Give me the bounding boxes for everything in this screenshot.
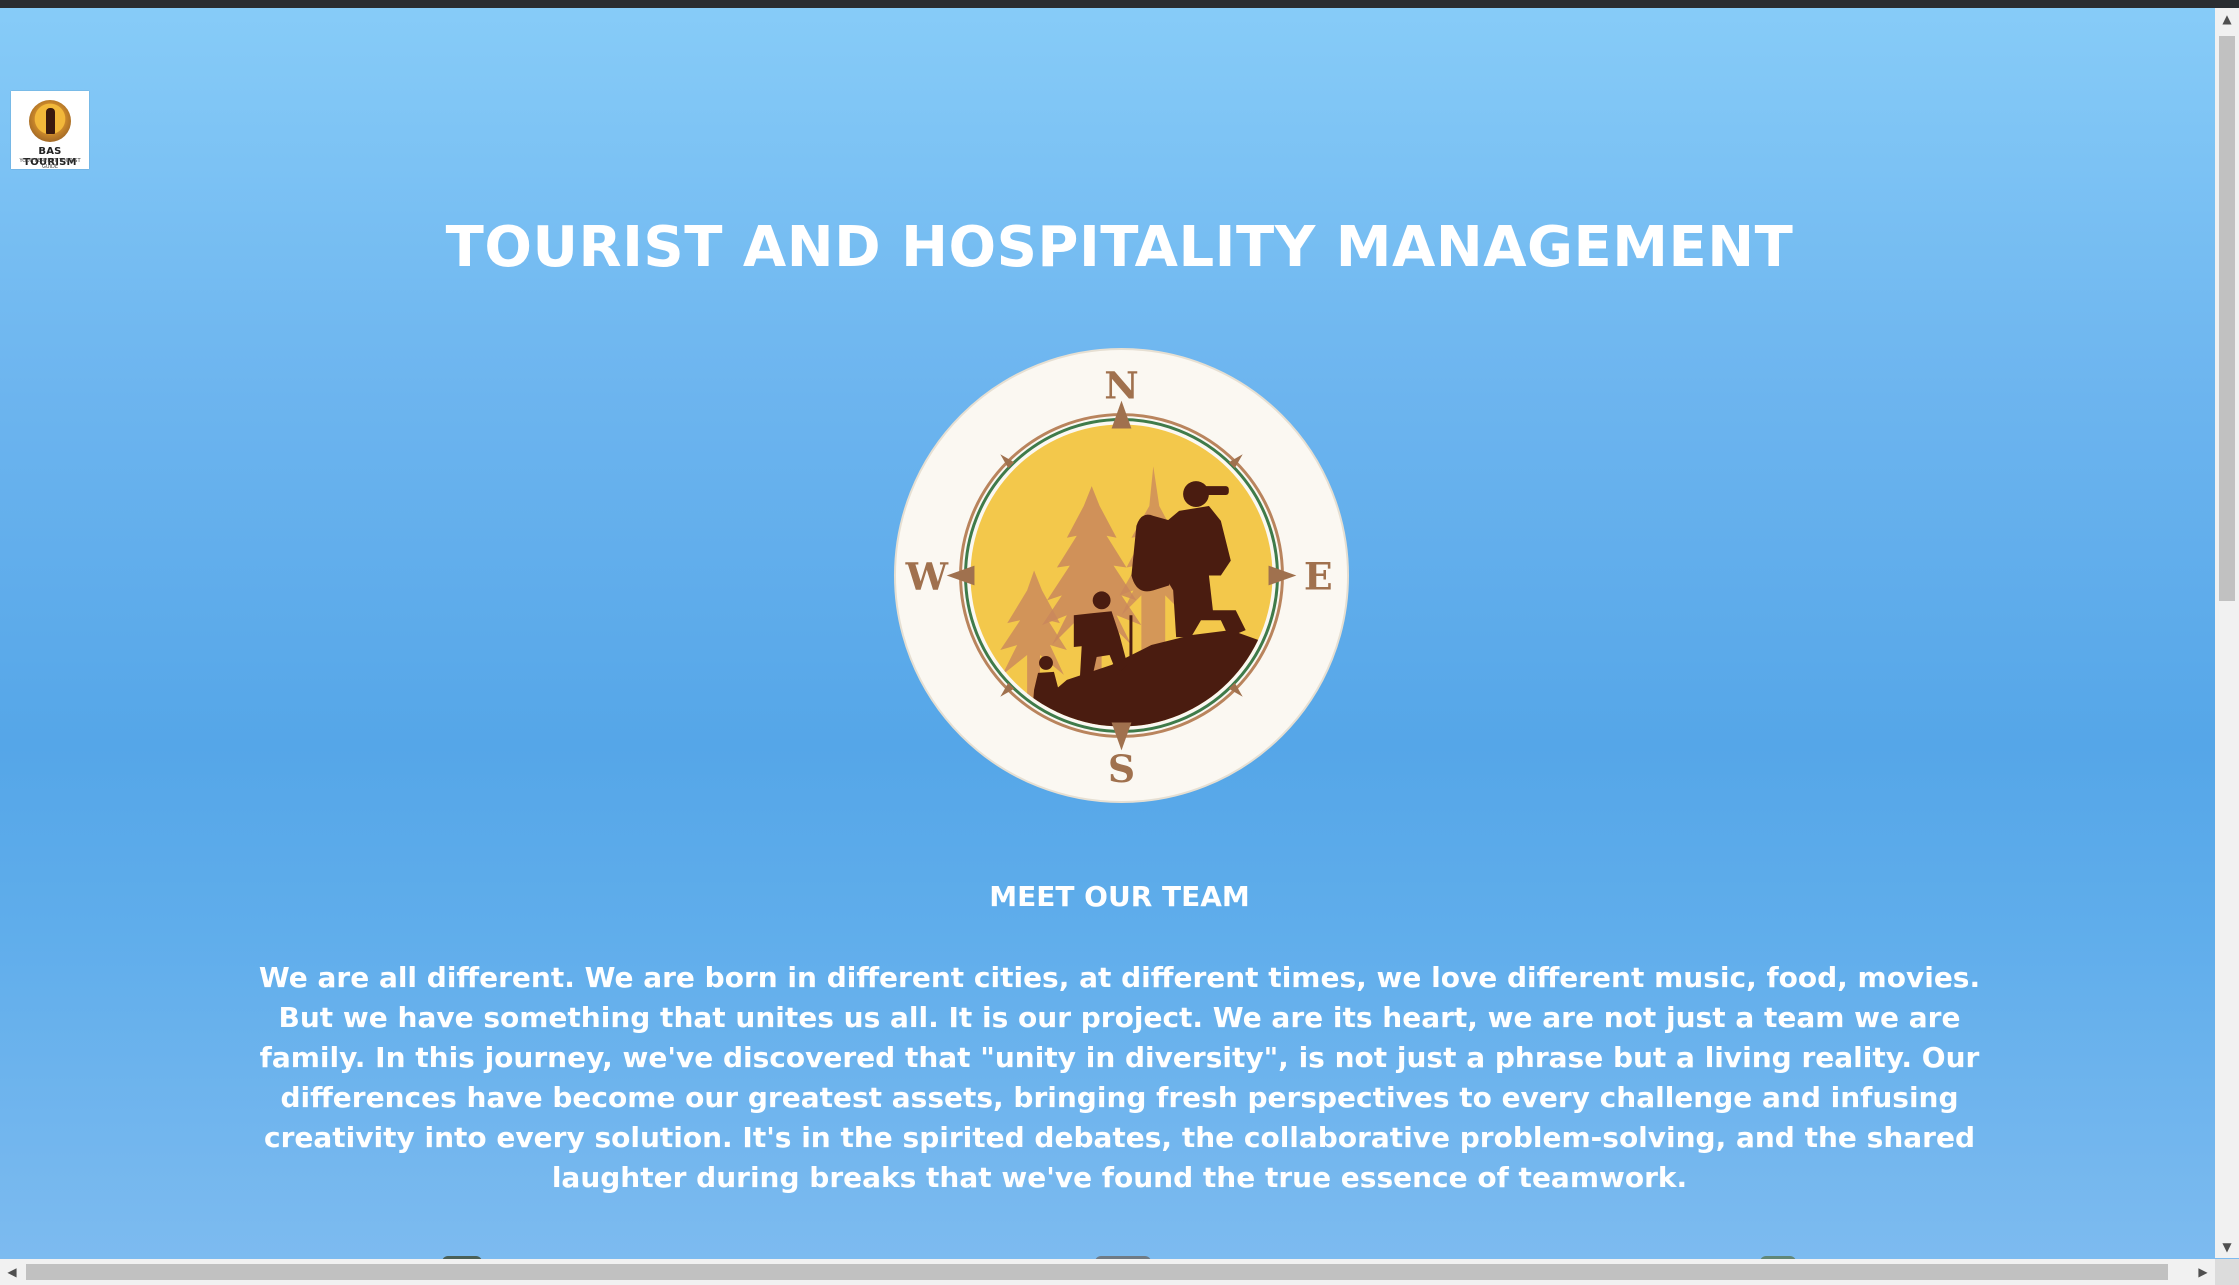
site-logo[interactable]: BAS TOURISM YOUR PERFECT TOURIST GUIDE xyxy=(11,91,89,170)
window-top-bar xyxy=(0,0,2239,8)
logo-tagline: YOUR PERFECT TOURIST GUIDE xyxy=(19,158,81,170)
vertical-scrollbar[interactable]: ▲ ▼ xyxy=(2215,8,2239,1258)
compass-label-west: W xyxy=(905,554,949,598)
horizontal-scrollbar[interactable]: ◀ ▶ xyxy=(0,1259,2215,1285)
hiker-icon xyxy=(46,108,55,134)
scroll-down-icon[interactable]: ▼ xyxy=(2215,1236,2239,1258)
compass-hikers-illustration: N S E W xyxy=(893,347,1350,804)
vertical-scroll-thumb[interactable] xyxy=(2219,36,2235,601)
compass-label-south: S xyxy=(1108,747,1135,791)
scroll-right-icon[interactable]: ▶ xyxy=(2191,1259,2215,1285)
compass-label-east: E xyxy=(1304,554,1333,598)
team-heading: MEET OUR TEAM xyxy=(989,880,1250,913)
scroll-left-icon[interactable]: ◀ xyxy=(0,1259,24,1285)
compass-label-north: N xyxy=(1104,364,1139,408)
team-description: We are all different. We are born in dif… xyxy=(258,961,1981,1194)
scrollbar-corner xyxy=(2215,1259,2239,1285)
scroll-up-icon[interactable]: ▲ xyxy=(2215,8,2239,30)
horizontal-scroll-thumb[interactable] xyxy=(26,1264,2168,1280)
page-title: TOURIST AND HOSPITALITY MANAGEMENT xyxy=(445,215,1794,280)
